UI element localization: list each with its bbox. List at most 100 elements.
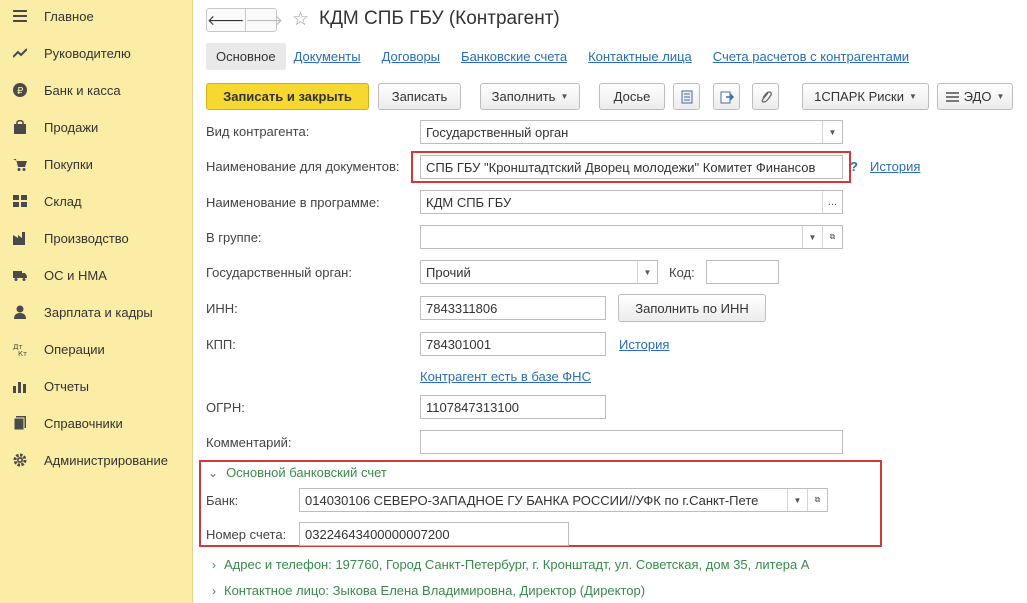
gear-icon — [13, 453, 27, 467]
sidebar-item-label: Продажи — [44, 119, 99, 135]
ogrn-value: 1107847313100 — [426, 400, 520, 415]
more-icon[interactable]: ... — [822, 191, 842, 213]
tab-bank-accounts[interactable]: Банковские счета — [461, 49, 567, 64]
truck-icon — [13, 268, 27, 282]
docname-label: Наименование для документов: — [206, 159, 400, 174]
bank-select[interactable]: 014030106 СЕВЕРО-ЗАПАДНОЕ ГУ БАНКА РОССИ… — [299, 488, 828, 512]
ogrn-label: ОГРН: — [206, 400, 245, 415]
fns-link[interactable]: Контрагент есть в базе ФНС — [420, 369, 591, 384]
dt-kt-icon: Дт Кт — [13, 342, 27, 356]
type-label: Вид контрагента: — [206, 124, 310, 139]
books-icon — [13, 416, 27, 430]
open-icon[interactable]: ⧉ — [807, 489, 827, 511]
comment-input[interactable] — [420, 430, 843, 454]
svg-text:Кт: Кт — [18, 350, 27, 356]
chevron-down-icon: ▼ — [560, 92, 569, 101]
save-close-button[interactable]: Записать и закрыть — [206, 83, 369, 110]
address-section-toggle[interactable]: › Адрес и телефон: 197760, Город Санкт-П… — [212, 557, 809, 572]
contact-section-toggle[interactable]: › Контактное лицо: Зыкова Елена Владимир… — [212, 583, 645, 598]
bag-icon — [13, 120, 27, 134]
chevron-down-icon: ▼ — [908, 92, 917, 101]
tab-contracts[interactable]: Договоры — [382, 49, 440, 64]
kpp-input[interactable]: 784301001 — [420, 332, 606, 356]
sidebar-item-bank[interactable]: ₽ Банк и касса — [0, 75, 193, 105]
chevron-down-icon[interactable]: ▼ — [822, 121, 842, 143]
progname-label: Наименование в программе: — [206, 195, 380, 210]
warehouse-icon — [13, 194, 27, 208]
docname-history-link[interactable]: История — [870, 159, 920, 174]
person-icon — [13, 305, 27, 319]
sidebar-item-label: Отчеты — [44, 378, 89, 394]
tab-settlement-accounts[interactable]: Счета расчетов с контрагентами — [713, 49, 909, 64]
sidebar-item-admin[interactable]: Администрирование — [0, 445, 193, 475]
progname-value: КДМ СПБ ГБУ — [426, 195, 512, 210]
sidebar-item-main[interactable]: Главное — [0, 1, 193, 31]
sidebar-item-operations[interactable]: Дт Кт Операции — [0, 334, 193, 364]
sidebar-item-sales[interactable]: Продажи — [0, 112, 193, 142]
contact-section-title: Контактное лицо: Зыкова Елена Владимиров… — [224, 583, 646, 598]
forward-button[interactable]: 🡒 — [244, 9, 283, 31]
sidebar-item-label: Главное — [44, 8, 94, 24]
sidebar-item-salary[interactable]: Зарплата и кадры — [0, 297, 193, 327]
document-icon-button[interactable] — [673, 83, 700, 110]
chevron-down-icon[interactable]: ▼ — [637, 261, 657, 283]
code-input[interactable] — [706, 260, 779, 284]
sidebar-item-references[interactable]: Справочники — [0, 408, 193, 438]
tab-contacts[interactable]: Контактные лица — [588, 49, 692, 64]
open-icon[interactable]: ⧉ — [822, 226, 842, 248]
chevron-down-icon[interactable]: ▼ — [787, 489, 807, 511]
spark-label: 1СПАРК Риски — [814, 89, 904, 104]
back-button[interactable]: 🡐 — [207, 9, 245, 31]
type-select[interactable]: Государственный орган ▼ — [420, 120, 843, 144]
sidebar-item-production[interactable]: Производство — [0, 223, 193, 253]
sidebar-item-reports[interactable]: Отчеты — [0, 371, 193, 401]
address-section-title: Адрес и телефон: 197760, Город Санкт-Пет… — [224, 557, 810, 572]
kpp-value: 784301001 — [426, 337, 492, 352]
factory-icon — [13, 231, 27, 245]
bank-section-toggle[interactable]: ⌄ Основной банковский счет — [208, 465, 387, 480]
kpp-history-link[interactable]: История — [619, 337, 669, 352]
document-icon — [681, 90, 692, 103]
trend-icon — [13, 46, 27, 60]
edo-icon — [945, 91, 959, 102]
ogrn-input[interactable]: 1107847313100 — [420, 395, 606, 419]
star-icon[interactable]: ☆ — [292, 8, 309, 31]
sidebar-item-assets[interactable]: ОС и НМА — [0, 260, 193, 290]
edo-button[interactable]: ЭДО ▼ — [937, 83, 1013, 110]
spark-button[interactable]: 1СПАРК Риски ▼ — [802, 83, 929, 110]
svg-text:₽: ₽ — [17, 86, 24, 97]
chevron-down-icon[interactable]: ▼ — [802, 226, 822, 248]
sidebar-item-purchases[interactable]: Покупки — [0, 149, 193, 179]
progname-input[interactable]: КДМ СПБ ГБУ ... — [420, 190, 843, 214]
bar-chart-icon — [13, 379, 27, 393]
bank-section-title: Основной банковский счет — [226, 465, 387, 480]
help-icon[interactable]: ? — [850, 159, 858, 174]
sidebar-item-label: Склад — [44, 193, 82, 209]
dossier-button[interactable]: Досье — [599, 83, 665, 110]
gov-select[interactable]: Прочий ▼ — [420, 260, 658, 284]
dossier-label: Досье — [613, 89, 651, 104]
inn-input[interactable]: 7843311806 — [420, 296, 606, 320]
nav-buttons: 🡐 🡒 — [206, 8, 283, 32]
sidebar-item-label: Производство — [44, 230, 129, 246]
highlight-box — [411, 151, 851, 183]
sidebar-item-warehouse[interactable]: Склад — [0, 186, 193, 216]
sidebar-item-label: Руководителю — [44, 45, 131, 61]
export-icon-button[interactable] — [713, 83, 740, 110]
inn-label: ИНН: — [206, 301, 238, 316]
group-select[interactable]: ▼ ⧉ — [420, 225, 843, 249]
fill-label: Заполнить — [491, 89, 556, 104]
tab-main[interactable]: Основное — [206, 42, 286, 70]
gov-label: Государственный орган: — [206, 265, 352, 280]
tab-documents[interactable]: Документы — [294, 49, 361, 64]
ruble-icon: ₽ — [13, 83, 27, 97]
fill-inn-button[interactable]: Заполнить по ИНН — [618, 294, 766, 322]
account-input[interactable]: 03224643400000007200 — [299, 522, 569, 546]
sidebar-item-manager[interactable]: Руководителю — [0, 38, 193, 68]
group-label: В группе: — [206, 230, 262, 245]
fill-button[interactable]: Заполнить ▼ — [480, 83, 580, 110]
comment-label: Комментарий: — [206, 435, 292, 450]
save-button[interactable]: Записать — [378, 83, 461, 110]
attach-icon-button[interactable] — [752, 83, 779, 110]
bank-label: Банк: — [206, 493, 239, 508]
